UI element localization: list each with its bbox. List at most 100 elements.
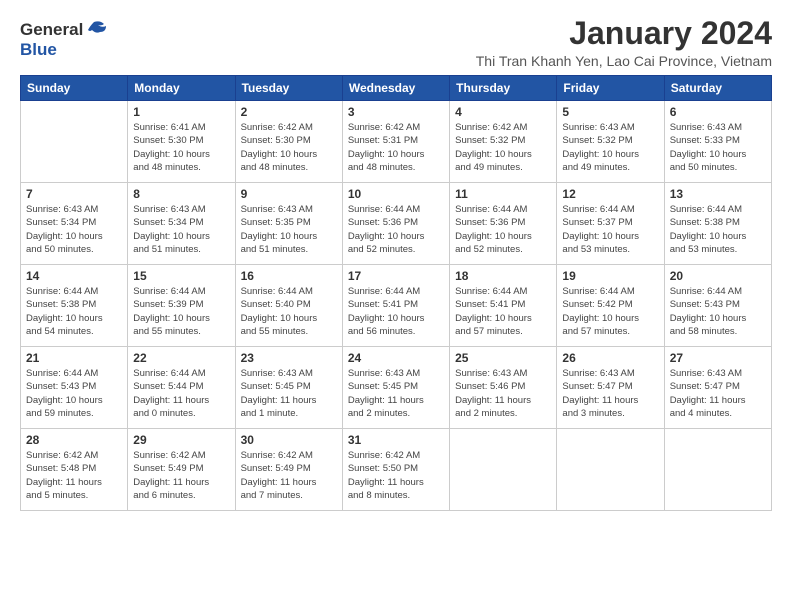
calendar-day-cell: 4Sunrise: 6:42 AMSunset: 5:32 PMDaylight… xyxy=(450,101,557,183)
calendar-week-row: 1 Sunrise: 6:41 AMSunset: 5:30 PMDaylight… xyxy=(21,101,772,183)
calendar-day-cell: 14Sunrise: 6:44 AMSunset: 5:38 PMDayligh… xyxy=(21,265,128,347)
calendar-day-cell: 25 Sunrise: 6:43 AMSunset: 5:46 PMDayligh… xyxy=(450,347,557,429)
calendar-day-cell xyxy=(450,429,557,511)
calendar-day-cell: 16 Sunrise: 6:44 AMSunset: 5:40 PMDayligh… xyxy=(235,265,342,347)
day-info: Sunrise: 6:43 AMSunset: 5:33 PMDaylight:… xyxy=(670,121,766,174)
day-info: Sunrise: 6:44 AMSunset: 5:43 PMDaylight:… xyxy=(26,367,122,420)
day-number: 11 xyxy=(455,187,551,201)
calendar-day-cell: 27 Sunrise: 6:43 AMSunset: 5:47 PMDayligh… xyxy=(664,347,771,429)
calendar-day-cell: 28 Sunrise: 6:42 AMSunset: 5:48 PMDayligh… xyxy=(21,429,128,511)
day-info: Sunrise: 6:44 AMSunset: 5:43 PMDaylight:… xyxy=(670,285,766,338)
day-info: Sunrise: 6:43 AMSunset: 5:45 PMDaylight:… xyxy=(348,367,444,420)
day-info: Sunrise: 6:42 AMSunset: 5:30 PMDaylight:… xyxy=(241,121,337,174)
calendar-header-row: Sunday Monday Tuesday Wednesday Thursday… xyxy=(21,76,772,101)
logo-blue: Blue xyxy=(20,40,57,59)
header-area: General Blue January 2024 Thi Tran Khanh… xyxy=(20,16,772,69)
calendar-day-cell xyxy=(21,101,128,183)
day-number: 21 xyxy=(26,351,122,365)
day-number: 15 xyxy=(133,269,229,283)
calendar-day-cell: 15 Sunrise: 6:44 AMSunset: 5:39 PMDayligh… xyxy=(128,265,235,347)
location-subtitle: Thi Tran Khanh Yen, Lao Cai Province, Vi… xyxy=(476,53,772,69)
day-number: 16 xyxy=(241,269,337,283)
day-number: 22 xyxy=(133,351,229,365)
day-info: Sunrise: 6:42 AMSunset: 5:50 PMDaylight:… xyxy=(348,449,444,502)
day-info: Sunrise: 6:44 AMSunset: 5:44 PMDaylight:… xyxy=(133,367,229,420)
header-wednesday: Wednesday xyxy=(342,76,449,101)
day-info: Sunrise: 6:44 AMSunset: 5:41 PMDaylight:… xyxy=(455,285,551,338)
day-number: 27 xyxy=(670,351,766,365)
calendar-day-cell xyxy=(664,429,771,511)
day-info: Sunrise: 6:44 AMSunset: 5:36 PMDaylight:… xyxy=(455,203,551,256)
day-info: Sunrise: 6:43 AMSunset: 5:35 PMDaylight:… xyxy=(241,203,337,256)
day-number: 7 xyxy=(26,187,122,201)
title-area: January 2024 Thi Tran Khanh Yen, Lao Cai… xyxy=(476,16,772,69)
day-number: 2 xyxy=(241,105,337,119)
month-title: January 2024 xyxy=(476,16,772,51)
day-number: 31 xyxy=(348,433,444,447)
calendar-day-cell: 26Sunrise: 6:43 AMSunset: 5:47 PMDayligh… xyxy=(557,347,664,429)
calendar-day-cell: 24 Sunrise: 6:43 AMSunset: 5:45 PMDayligh… xyxy=(342,347,449,429)
day-info: Sunrise: 6:43 AMSunset: 5:46 PMDaylight:… xyxy=(455,367,551,420)
calendar-week-row: 7 Sunrise: 6:43 AMSunset: 5:34 PMDaylight… xyxy=(21,183,772,265)
day-info: Sunrise: 6:43 AMSunset: 5:34 PMDaylight:… xyxy=(26,203,122,256)
day-number: 1 xyxy=(133,105,229,119)
day-number: 6 xyxy=(670,105,766,119)
day-number: 20 xyxy=(670,269,766,283)
day-number: 28 xyxy=(26,433,122,447)
day-number: 3 xyxy=(348,105,444,119)
day-info: Sunrise: 6:43 AMSunset: 5:47 PMDaylight:… xyxy=(562,367,658,420)
day-number: 12 xyxy=(562,187,658,201)
calendar-week-row: 21 Sunrise: 6:44 AMSunset: 5:43 PMDayligh… xyxy=(21,347,772,429)
header-friday: Friday xyxy=(557,76,664,101)
calendar-day-cell: 23Sunrise: 6:43 AMSunset: 5:45 PMDayligh… xyxy=(235,347,342,429)
calendar-day-cell: 22 Sunrise: 6:44 AMSunset: 5:44 PMDayligh… xyxy=(128,347,235,429)
day-number: 23 xyxy=(241,351,337,365)
day-info: Sunrise: 6:44 AMSunset: 5:41 PMDaylight:… xyxy=(348,285,444,338)
calendar-day-cell: 8 Sunrise: 6:43 AMSunset: 5:34 PMDaylight… xyxy=(128,183,235,265)
day-info: Sunrise: 6:44 AMSunset: 5:40 PMDaylight:… xyxy=(241,285,337,338)
day-info: Sunrise: 6:42 AMSunset: 5:49 PMDaylight:… xyxy=(133,449,229,502)
day-info: Sunrise: 6:41 AMSunset: 5:30 PMDaylight:… xyxy=(133,121,229,174)
day-number: 25 xyxy=(455,351,551,365)
page: General Blue January 2024 Thi Tran Khanh… xyxy=(0,0,792,612)
day-number: 30 xyxy=(241,433,337,447)
day-number: 4 xyxy=(455,105,551,119)
day-info: Sunrise: 6:42 AMSunset: 5:49 PMDaylight:… xyxy=(241,449,337,502)
day-number: 18 xyxy=(455,269,551,283)
calendar-day-cell: 2 Sunrise: 6:42 AMSunset: 5:30 PMDaylight… xyxy=(235,101,342,183)
header-sunday: Sunday xyxy=(21,76,128,101)
logo-general: General xyxy=(20,20,83,40)
calendar-day-cell: 11 Sunrise: 6:44 AMSunset: 5:36 PMDayligh… xyxy=(450,183,557,265)
day-info: Sunrise: 6:42 AMSunset: 5:31 PMDaylight:… xyxy=(348,121,444,174)
calendar-week-row: 14Sunrise: 6:44 AMSunset: 5:38 PMDayligh… xyxy=(21,265,772,347)
calendar-day-cell xyxy=(557,429,664,511)
logo-bird-icon xyxy=(86,20,108,38)
calendar-day-cell: 29Sunrise: 6:42 AMSunset: 5:49 PMDayligh… xyxy=(128,429,235,511)
calendar-day-cell: 7 Sunrise: 6:43 AMSunset: 5:34 PMDaylight… xyxy=(21,183,128,265)
calendar-table: Sunday Monday Tuesday Wednesday Thursday… xyxy=(20,75,772,511)
day-number: 19 xyxy=(562,269,658,283)
header-thursday: Thursday xyxy=(450,76,557,101)
day-number: 9 xyxy=(241,187,337,201)
day-number: 13 xyxy=(670,187,766,201)
calendar-day-cell: 30 Sunrise: 6:42 AMSunset: 5:49 PMDayligh… xyxy=(235,429,342,511)
day-info: Sunrise: 6:44 AMSunset: 5:36 PMDaylight:… xyxy=(348,203,444,256)
day-number: 14 xyxy=(26,269,122,283)
calendar-day-cell: 3 Sunrise: 6:42 AMSunset: 5:31 PMDaylight… xyxy=(342,101,449,183)
calendar-day-cell: 5Sunrise: 6:43 AMSunset: 5:32 PMDaylight… xyxy=(557,101,664,183)
calendar-day-cell: 18 Sunrise: 6:44 AMSunset: 5:41 PMDayligh… xyxy=(450,265,557,347)
day-number: 8 xyxy=(133,187,229,201)
calendar-day-cell: 20 Sunrise: 6:44 AMSunset: 5:43 PMDayligh… xyxy=(664,265,771,347)
day-info: Sunrise: 6:43 AMSunset: 5:47 PMDaylight:… xyxy=(670,367,766,420)
day-info: Sunrise: 6:43 AMSunset: 5:32 PMDaylight:… xyxy=(562,121,658,174)
calendar-day-cell: 12Sunrise: 6:44 AMSunset: 5:37 PMDayligh… xyxy=(557,183,664,265)
day-number: 24 xyxy=(348,351,444,365)
calendar-day-cell: 10Sunrise: 6:44 AMSunset: 5:36 PMDayligh… xyxy=(342,183,449,265)
day-info: Sunrise: 6:43 AMSunset: 5:34 PMDaylight:… xyxy=(133,203,229,256)
calendar-day-cell: 9 Sunrise: 6:43 AMSunset: 5:35 PMDaylight… xyxy=(235,183,342,265)
header-saturday: Saturday xyxy=(664,76,771,101)
day-info: Sunrise: 6:42 AMSunset: 5:48 PMDaylight:… xyxy=(26,449,122,502)
calendar-day-cell: 13Sunrise: 6:44 AMSunset: 5:38 PMDayligh… xyxy=(664,183,771,265)
calendar-day-cell: 17Sunrise: 6:44 AMSunset: 5:41 PMDayligh… xyxy=(342,265,449,347)
day-info: Sunrise: 6:44 AMSunset: 5:39 PMDaylight:… xyxy=(133,285,229,338)
